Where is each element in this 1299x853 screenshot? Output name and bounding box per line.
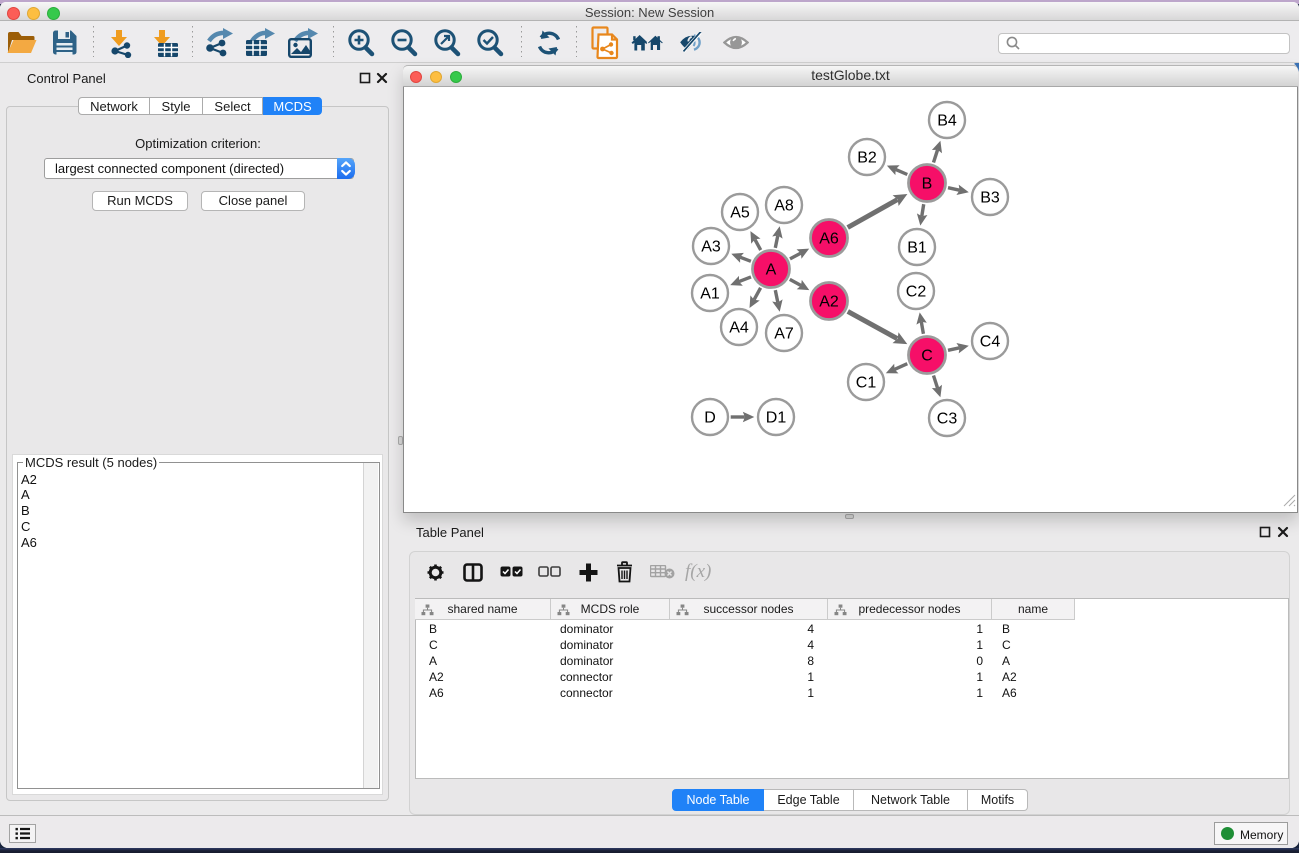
svg-text:A5: A5: [730, 205, 750, 222]
svg-text:A: A: [766, 262, 777, 279]
svg-text:A3: A3: [701, 239, 721, 256]
svg-text:A1: A1: [700, 286, 720, 303]
svg-text:D: D: [704, 410, 716, 427]
svg-text:C2: C2: [906, 284, 927, 301]
svg-text:C1: C1: [856, 375, 877, 392]
svg-text:B2: B2: [857, 150, 877, 167]
svg-text:B1: B1: [907, 240, 927, 257]
svg-text:C4: C4: [980, 334, 1001, 351]
svg-text:B3: B3: [980, 190, 1000, 207]
svg-text:D1: D1: [766, 410, 787, 427]
svg-text:A8: A8: [774, 198, 794, 215]
svg-text:B4: B4: [937, 113, 957, 130]
svg-text:A4: A4: [729, 320, 749, 337]
svg-text:A2: A2: [819, 294, 839, 311]
svg-text:C: C: [921, 348, 933, 365]
svg-text:B: B: [922, 176, 933, 193]
svg-text:C3: C3: [937, 411, 958, 428]
svg-text:A7: A7: [774, 326, 794, 343]
svg-text:A6: A6: [819, 231, 839, 248]
